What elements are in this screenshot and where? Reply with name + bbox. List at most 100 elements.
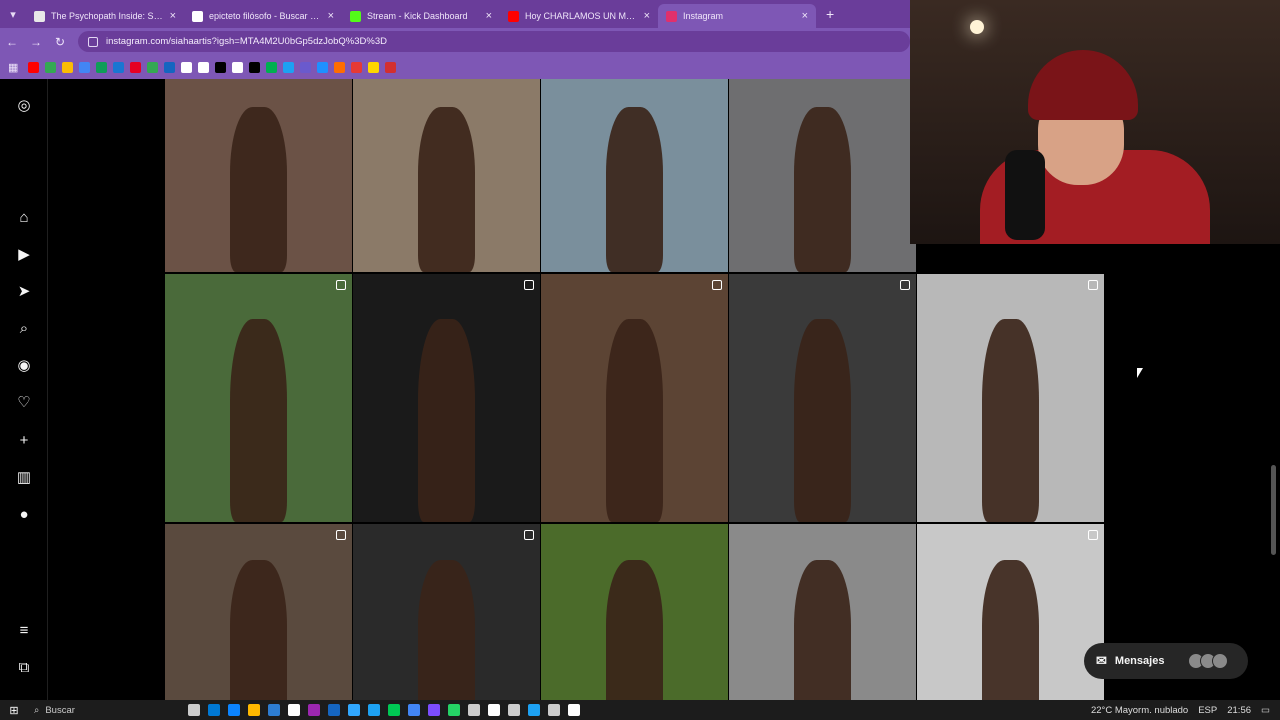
- instagram-logo-icon[interactable]: ◎: [14, 95, 34, 115]
- bookmark-icon[interactable]: [130, 61, 142, 73]
- browser-tab[interactable]: epicteto filósofo - Buscar con G ×: [184, 4, 342, 28]
- bookmark-icon[interactable]: [45, 61, 57, 73]
- taskbar-app-icon[interactable]: [268, 704, 280, 716]
- search-icon[interactable]: ⌕: [14, 318, 34, 338]
- taskbar-app-icon[interactable]: [548, 704, 560, 716]
- taskbar-app-icon[interactable]: [228, 704, 240, 716]
- post-tile[interactable]: [165, 524, 352, 700]
- post-photo: [794, 318, 851, 522]
- bookmark-icon[interactable]: [28, 61, 40, 73]
- reels-icon[interactable]: ▶: [14, 244, 34, 264]
- messages-label: Mensajes: [1114, 655, 1165, 667]
- bookmark-icon[interactable]: [317, 61, 329, 73]
- taskbar-app-icon[interactable]: [508, 704, 520, 716]
- bookmark-icon[interactable]: [181, 61, 193, 73]
- bookmark-icon[interactable]: [368, 61, 380, 73]
- post-tile[interactable]: [729, 274, 916, 522]
- messages-button[interactable]: ✉ Mensajes: [1084, 643, 1248, 679]
- browser-tab[interactable]: Stream - Kick Dashboard ×: [342, 4, 500, 28]
- taskbar-app-icon[interactable]: [368, 704, 380, 716]
- weather-text[interactable]: 22°C Mayorm. nublado: [1091, 705, 1188, 716]
- bookmark-icon[interactable]: [249, 61, 261, 73]
- windows-start-icon[interactable]: ⊞: [0, 704, 28, 717]
- taskbar-app-icon[interactable]: [468, 704, 480, 716]
- post-tile[interactable]: [353, 524, 540, 700]
- back-icon[interactable]: ←: [0, 35, 24, 49]
- explore-icon[interactable]: ◉: [14, 355, 34, 375]
- post-tile[interactable]: [917, 274, 1104, 522]
- bookmark-icon[interactable]: [283, 61, 295, 73]
- taskbar-app-icon[interactable]: [448, 704, 460, 716]
- taskbar-app-icon[interactable]: [208, 704, 220, 716]
- bookmark-icon[interactable]: [62, 61, 74, 73]
- post-tile[interactable]: [541, 274, 728, 522]
- meta-icon[interactable]: ⧉: [14, 657, 34, 677]
- taskbar-app-icon[interactable]: [408, 704, 420, 716]
- taskbar-app-icon[interactable]: [188, 704, 200, 716]
- taskbar-search-label: Buscar: [45, 704, 75, 716]
- post-tile[interactable]: [541, 524, 728, 700]
- language-indicator[interactable]: ESP: [1198, 705, 1217, 716]
- bookmark-icon[interactable]: [113, 61, 125, 73]
- new-tab-button[interactable]: +: [826, 6, 834, 22]
- bookmark-icon[interactable]: [300, 61, 312, 73]
- post-photo: [982, 560, 1039, 700]
- close-tab-icon[interactable]: ×: [802, 10, 808, 22]
- close-tab-icon[interactable]: ×: [328, 10, 334, 22]
- tab-search-icon[interactable]: ▾: [0, 0, 26, 28]
- bookmark-icon[interactable]: [96, 61, 108, 73]
- bookmark-icon[interactable]: [215, 61, 227, 73]
- dashboard-icon[interactable]: ▥: [14, 467, 34, 487]
- address-bar[interactable]: instagram.com/siahaartis?igsh=MTA4M2U0bG…: [78, 31, 910, 52]
- bookmark-icon[interactable]: [147, 61, 159, 73]
- taskbar-app-icon[interactable]: [288, 704, 300, 716]
- taskbar-app-icon[interactable]: [488, 704, 500, 716]
- close-tab-icon[interactable]: ×: [486, 10, 492, 22]
- taskbar-app-icon[interactable]: [528, 704, 540, 716]
- post-tile[interactable]: [353, 79, 540, 272]
- browser-tab[interactable]: Instagram ×: [658, 4, 816, 28]
- bookmark-icon[interactable]: [198, 61, 210, 73]
- close-tab-icon[interactable]: ×: [644, 10, 650, 22]
- apps-grid-icon[interactable]: ▦: [8, 61, 18, 74]
- post-tile[interactable]: [353, 274, 540, 522]
- bookmark-icon[interactable]: [385, 61, 397, 73]
- taskbar-app-icon[interactable]: [328, 704, 340, 716]
- post-tile[interactable]: [541, 79, 728, 272]
- taskbar-app-icon[interactable]: [248, 704, 260, 716]
- close-tab-icon[interactable]: ×: [170, 10, 176, 22]
- browser-tab[interactable]: Hoy CHARLAMOS UN MONTO ×: [500, 4, 658, 28]
- bookmark-icon[interactable]: [334, 61, 346, 73]
- profile-icon[interactable]: ●: [14, 504, 34, 524]
- notification-icon[interactable]: ▭: [1261, 705, 1270, 716]
- mouse-cursor-icon: [1137, 368, 1143, 378]
- send-icon[interactable]: ➤: [14, 281, 34, 301]
- bookmark-icon[interactable]: [79, 61, 91, 73]
- post-tile[interactable]: [729, 79, 916, 272]
- bookmark-icon[interactable]: [351, 61, 363, 73]
- bookmark-icon[interactable]: [164, 61, 176, 73]
- create-icon[interactable]: +: [14, 430, 34, 450]
- taskbar-app-icon[interactable]: [308, 704, 320, 716]
- taskbar-app-icon[interactable]: [348, 704, 360, 716]
- post-tile[interactable]: [165, 274, 352, 522]
- heart-icon[interactable]: ♡: [14, 392, 34, 412]
- browser-tab[interactable]: The Psychopath Inside: Summa ×: [26, 4, 184, 28]
- bookmarks-bar: ▦: [0, 55, 910, 79]
- bookmark-icon[interactable]: [266, 61, 278, 73]
- clock[interactable]: 21:56: [1227, 705, 1251, 716]
- taskbar-app-icon[interactable]: [568, 704, 580, 716]
- menu-icon[interactable]: ≡: [14, 620, 34, 640]
- post-tile[interactable]: [165, 79, 352, 272]
- home-icon[interactable]: ⌂: [14, 207, 34, 227]
- forward-icon[interactable]: →: [24, 35, 48, 49]
- post-tile[interactable]: [917, 524, 1104, 700]
- bookmark-icon[interactable]: [232, 61, 244, 73]
- taskbar-app-icon[interactable]: [388, 704, 400, 716]
- taskbar-app-icon[interactable]: [428, 704, 440, 716]
- post-tile[interactable]: [729, 524, 916, 700]
- page-scrollbar[interactable]: [1271, 465, 1276, 555]
- taskbar-search[interactable]: ⌕ Buscar: [28, 702, 158, 718]
- site-info-icon[interactable]: [88, 36, 98, 47]
- reload-icon[interactable]: ↻: [48, 35, 72, 49]
